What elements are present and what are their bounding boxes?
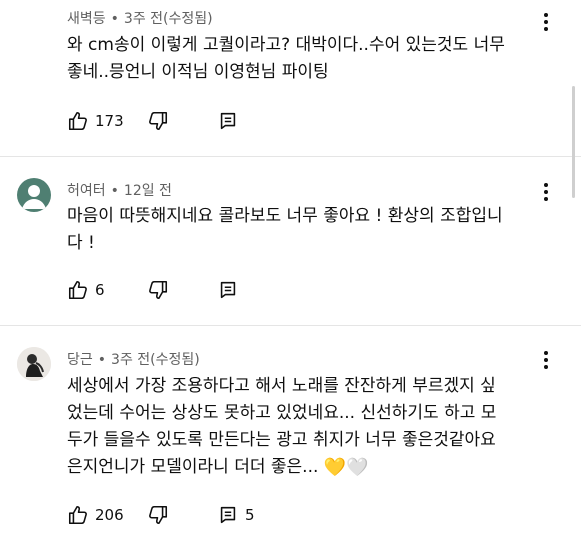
comment-text-line: 다 ! — [67, 233, 95, 253]
dislike-button[interactable] — [147, 278, 169, 302]
comment-divider — [0, 325, 581, 326]
comment-actions: 173 — [67, 109, 367, 133]
comment-actions: 6 — [67, 278, 367, 302]
reply-comment-icon — [220, 112, 236, 130]
like-button[interactable]: 6 — [67, 278, 105, 302]
thumbs-down-icon — [149, 280, 168, 300]
avatar[interactable] — [17, 347, 51, 381]
comment-text-line: 좋네..믕언니 이적님 이영현님 파이팅 — [67, 62, 329, 82]
profile-photo-icon — [17, 347, 51, 381]
comment-author[interactable]: 당근 — [67, 352, 93, 368]
thumbs-up-icon — [68, 111, 87, 131]
like-count: 206 — [95, 506, 124, 524]
meta-separator: • — [97, 352, 107, 368]
comment-time[interactable]: 3주 전(수정됨) — [124, 11, 213, 27]
scrollbar[interactable] — [572, 86, 575, 198]
comment-time[interactable]: 3주 전(수정됨) — [111, 352, 200, 368]
comment-text-tail: 은지언니가 모델이라니 더더 좋은... — [67, 457, 319, 477]
reply-count: 5 — [245, 506, 255, 524]
comment-text-line: 세상에서 가장 조용하다고 해서 노래를 잔잔하게 부르겠지 싶 — [67, 376, 496, 396]
meta-separator: • — [110, 183, 119, 199]
reply-button[interactable]: 5 — [217, 503, 255, 527]
meta-separator: • — [110, 11, 119, 27]
reply-button[interactable] — [217, 109, 245, 133]
like-count: 173 — [95, 112, 124, 130]
thumbs-up-icon — [68, 280, 87, 300]
like-button[interactable]: 206 — [67, 503, 124, 527]
like-button[interactable]: 173 — [67, 109, 124, 133]
comment-actions: 206 5 — [67, 503, 367, 527]
thumbs-down-icon — [149, 505, 168, 525]
thumbs-down-icon — [149, 111, 168, 131]
kebab-menu-icon[interactable] — [538, 182, 554, 202]
dislike-button[interactable] — [147, 109, 169, 133]
thumbs-up-icon — [68, 505, 87, 525]
comment-meta: 당근 • 3주 전(수정됨) — [67, 349, 200, 369]
comment-meta: 새벽등 • 3주 전(수정됨) — [67, 8, 213, 28]
comment-text: 세상에서 가장 조용하다고 해서 노래를 잔잔하게 부르겠지 싶 었는데 수어는… — [67, 373, 537, 481]
comment-text-line: 은지언니가 모델이라니 더더 좋은... 💛🤍 — [67, 454, 537, 481]
comment-text-line: 마음이 따뜻해지네요 콜라보도 너무 좋아요 ! 환상의 조합입니 — [67, 206, 503, 226]
comment-text-line: 와 cm송이 이렇게 고퀄이라고? 대박이다..수어 있는것도 너무 — [67, 35, 505, 55]
comment-text-line: 었는데 수어는 상상도 못하고 있었네요... 신선하기도 하고 모 — [67, 403, 497, 423]
comment-author[interactable]: 허여터 — [67, 183, 106, 199]
comment-meta: 허여터 • 12일 전 — [67, 180, 172, 200]
default-user-icon — [22, 185, 46, 209]
heart-emojis: 💛🤍 — [323, 457, 369, 478]
avatar[interactable] — [17, 178, 51, 212]
comment-author[interactable]: 새벽등 — [67, 11, 106, 27]
comment-text: 와 cm송이 이렇게 고퀄이라고? 대박이다..수어 있는것도 너무 좋네..믕… — [67, 32, 537, 86]
like-count: 6 — [95, 281, 105, 299]
comment-divider — [0, 156, 581, 157]
comment-time[interactable]: 12일 전 — [124, 183, 172, 199]
dislike-button[interactable] — [147, 503, 169, 527]
reply-button[interactable] — [217, 278, 245, 302]
reply-comment-icon — [220, 506, 236, 524]
reply-comment-icon — [220, 281, 236, 299]
kebab-menu-icon[interactable] — [538, 12, 554, 32]
kebab-menu-icon[interactable] — [538, 350, 554, 370]
comment-text: 마음이 따뜻해지네요 콜라보도 너무 좋아요 ! 환상의 조합입니 다 ! — [67, 203, 537, 257]
comment-text-line: 두가 들을수 있도록 만든다는 광고 취지가 너무 좋은것같아요 — [67, 430, 496, 450]
